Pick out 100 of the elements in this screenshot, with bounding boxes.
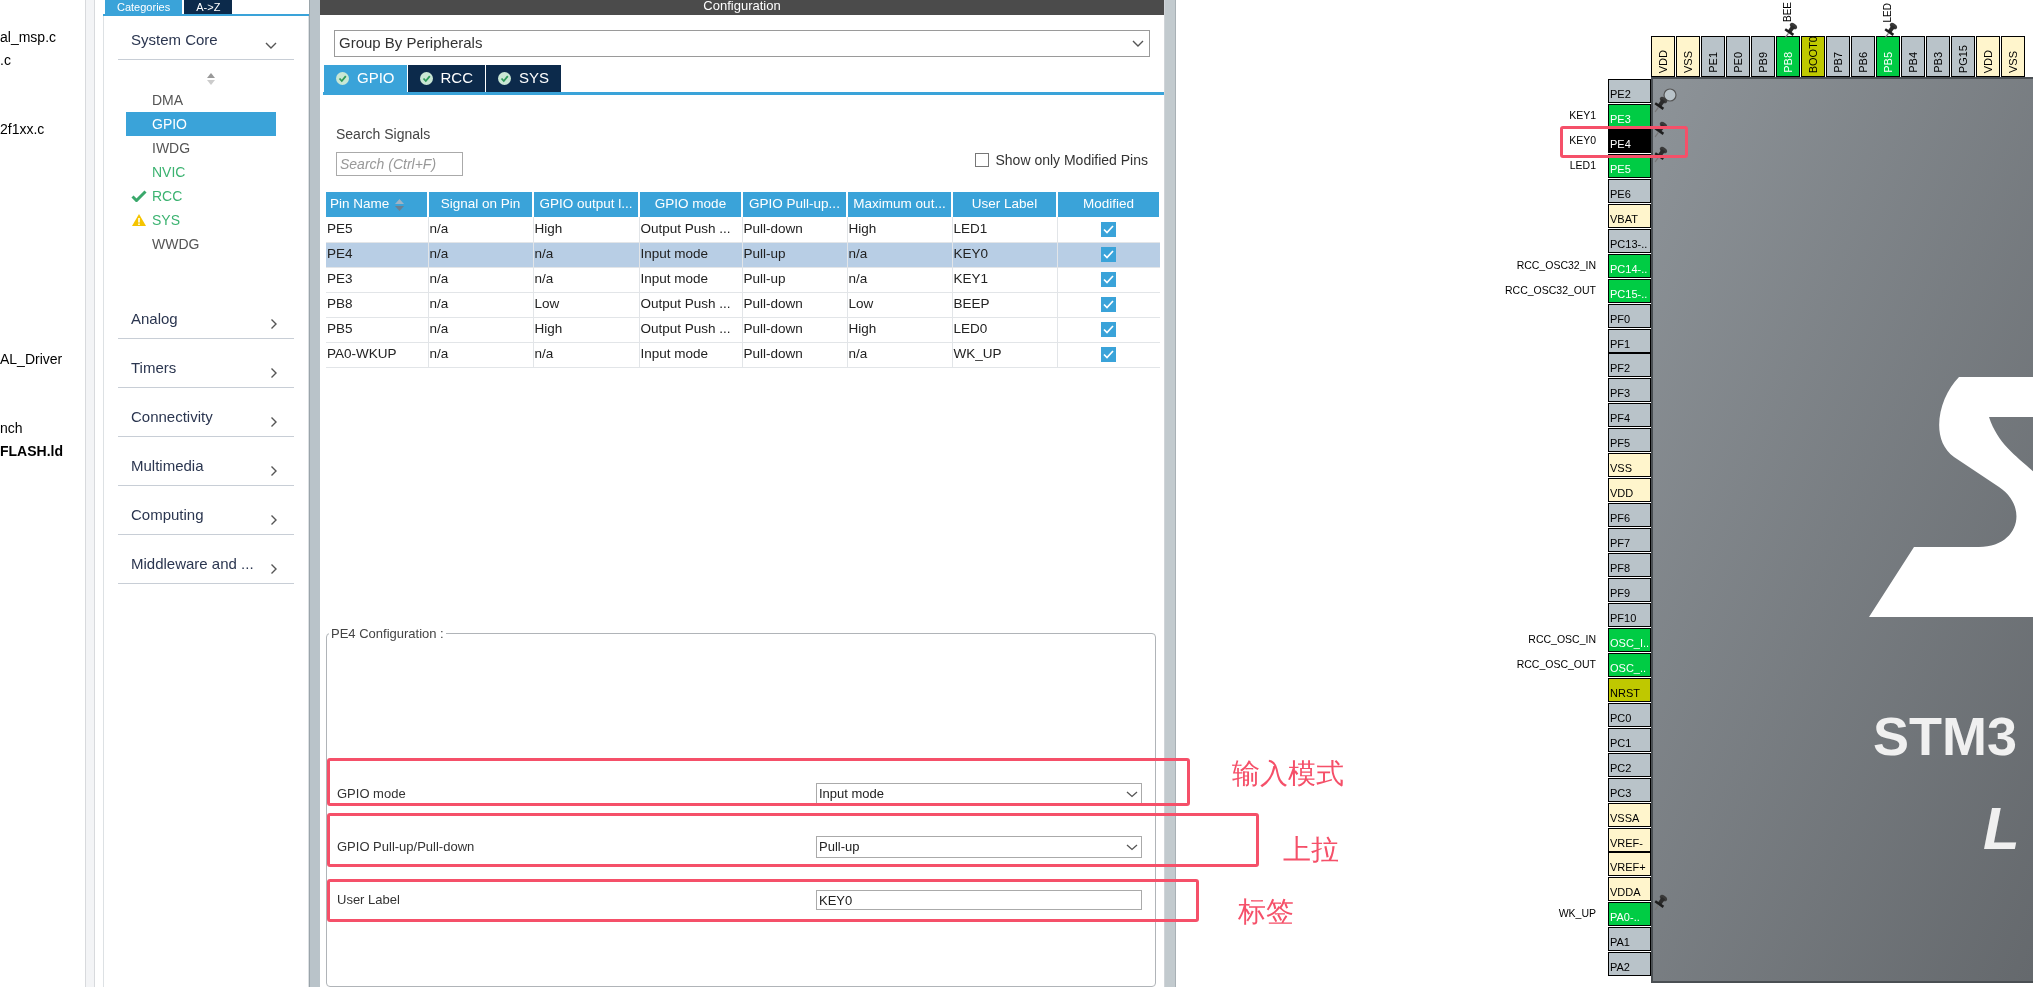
check-icon [1103,300,1115,309]
chevron-right-icon[interactable] [270,367,278,379]
file-name[interactable]: al_msp.c [0,27,57,48]
chevron-right-icon[interactable] [270,465,278,477]
category-header[interactable]: Multimedia [131,454,204,477]
chip-pin[interactable]: PC2 [1608,753,1651,777]
scroll-arrows-icon[interactable] [206,72,216,86]
chevron-down-icon[interactable] [264,41,278,51]
category-header[interactable]: Computing [131,503,204,526]
chip-pin[interactable]: VSS [1676,36,1700,77]
signal-label: RCC_OSC_IN [1528,632,1596,648]
scrollbar[interactable] [309,0,320,987]
chevron-right-icon[interactable] [270,318,278,330]
file-name[interactable]: AL_Driver [0,349,63,370]
chip-pin[interactable]: PB9 [1751,36,1775,77]
check-icon [1103,325,1115,334]
chip-pin[interactable]: PF8 [1608,553,1651,577]
chip-pin[interactable]: PA2 [1608,952,1651,976]
chip-pin[interactable]: VDDA [1608,877,1651,901]
package-name: L [1983,799,2020,859]
table-cell: KEY1 [952,267,1057,292]
table-cell: PE3 [326,267,428,292]
chip-pin[interactable]: VSS [2001,36,2025,77]
table-cell: n/a [847,342,952,367]
group-by-dropdown[interactable]: Group By Peripherals [334,30,1150,57]
chip-pin[interactable]: PB4 [1901,36,1925,77]
tab[interactable]: SYS [486,65,562,92]
chip-pin[interactable]: PF2 [1608,353,1651,377]
checkbox[interactable] [1101,347,1117,362]
chevron-right-icon[interactable] [270,563,278,575]
table-cell: WK_UP [952,342,1057,367]
chip-pin[interactable]: PC1 [1608,728,1651,752]
chevron-right-icon[interactable] [270,416,278,428]
chip-pin[interactable]: PB3 [1926,36,1950,77]
checkbox[interactable] [1101,297,1117,312]
checkbox[interactable] [1101,247,1117,262]
tab[interactable]: RCC [407,65,485,92]
chip-pin[interactable]: PF4 [1608,403,1651,427]
chip-pin[interactable]: VDD [1651,36,1675,77]
checkbox[interactable] [1101,272,1117,287]
chip-pin[interactable]: PF1 [1608,329,1651,353]
table-cell: PA0-WKUP [326,342,428,367]
dropdown[interactable]: Pull-up [816,836,1142,858]
category-item[interactable]: DMA [126,88,276,112]
table-cell: PE5 [326,217,428,242]
checkbox[interactable] [1101,221,1117,237]
table-cell: Output Push ... [639,217,742,242]
chip-pin[interactable]: PA1 [1608,927,1651,951]
table-cell: n/a [847,267,952,292]
table-cell: Output Push ... [639,317,742,342]
chip-pin[interactable]: PF7 [1608,528,1651,552]
chip-pin[interactable]: PE1 [1701,36,1725,77]
file-name[interactable]: FLASH.ld [0,441,63,462]
chip-pin[interactable]: VREF+ [1608,852,1651,876]
chip-pin[interactable]: PF10 [1608,603,1651,627]
checkbox-label[interactable]: Show only Modified Pins [995,149,1148,171]
chip-pin[interactable]: VDD [1976,36,2000,77]
chip-pin[interactable]: NRST [1608,678,1651,702]
dropdown[interactable]: Input mode [816,783,1142,805]
chip-pin[interactable]: VDD [1608,478,1651,502]
category-header[interactable]: System Core [131,28,218,51]
chip-pin[interactable]: PF5 [1608,428,1651,452]
chevron-down-icon [1125,842,1139,852]
chip-pin[interactable]: PC0 [1608,703,1651,727]
chevron-right-icon[interactable] [270,514,278,526]
chip-pin[interactable]: PF9 [1608,578,1651,602]
chip-pin[interactable]: PE6 [1608,179,1651,203]
chip-pin[interactable]: VSSA [1608,803,1651,827]
text-field[interactable]: KEY0 [816,890,1142,910]
file-name[interactable]: .c [0,50,11,71]
chip-pin[interactable]: BOOT0 [1801,36,1825,77]
category-header[interactable]: Analog [131,307,178,330]
checkbox[interactable] [975,153,990,167]
chip-pin[interactable]: PE0 [1726,36,1750,77]
checkbox[interactable] [1101,322,1117,337]
chip-pin[interactable]: VREF- [1608,828,1651,852]
sort-icon[interactable] [395,198,405,211]
chip-pin[interactable]: PE2 [1608,79,1651,103]
chip-pin[interactable]: PG15 [1951,36,1975,77]
chip-pin[interactable]: PF0 [1608,304,1651,328]
category-item[interactable]: IWDG [126,136,276,160]
chip-pin[interactable]: PE4 [1608,129,1651,153]
chip-pin[interactable]: VSS [1608,453,1651,477]
chip-pin[interactable]: VBAT [1608,204,1651,228]
tab[interactable]: A->Z [184,0,233,14]
category-item[interactable]: WWDG [126,232,276,256]
chip-pin[interactable]: PF6 [1608,503,1651,527]
search-field[interactable]: Search (Ctrl+F) [336,152,463,176]
file-name[interactable]: nch [0,418,23,439]
category-header[interactable]: Connectivity [131,405,213,428]
chip-pin[interactable]: PB7 [1826,36,1850,77]
category-header[interactable]: Timers [131,356,177,379]
chip-pin[interactable]: PF3 [1608,378,1651,402]
file-name[interactable]: 2f1xx.c [0,119,45,140]
table-cell: n/a [533,242,639,267]
pin1-marker [1662,87,1678,103]
chip-pin[interactable]: PB6 [1851,36,1875,77]
chip-pin[interactable]: PC3 [1608,778,1651,802]
category-header[interactable]: Middleware and ... [131,552,254,575]
chip-pin[interactable]: PC13-.. [1608,229,1651,253]
